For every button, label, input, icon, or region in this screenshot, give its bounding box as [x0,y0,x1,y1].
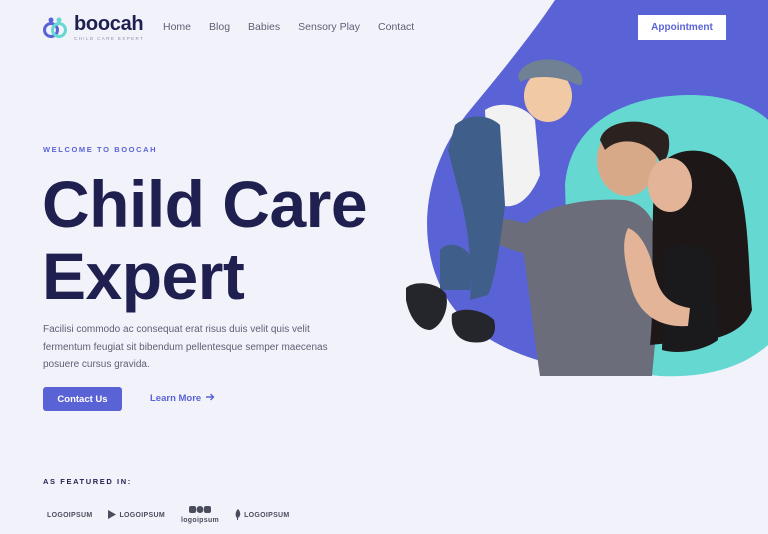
teal-circle [565,95,768,377]
child-figure [406,59,583,343]
hero-eyebrow: WELCOME TO BOOCAH [43,145,158,154]
partner-logo-2: LOGOIPSUM [108,509,165,521]
nav-item-contact[interactable]: Contact [378,21,414,33]
learn-more-link[interactable]: Learn More [150,393,215,404]
nav-item-blog[interactable]: Blog [209,21,230,33]
featured-heading: AS FEATURED IN: [43,477,132,486]
partner-logo-4: LOGOIPSUM [235,508,290,522]
purple-blob [427,0,768,373]
dots-icon [189,506,212,516]
appointment-button[interactable]: Appointment [638,15,726,40]
contact-us-button[interactable]: Contact Us [43,387,122,411]
partner-logo-3-text: logoipsum [180,517,220,524]
partner-logo-1-text: LOGOIPSUM [47,511,93,519]
hero-title-line2: Expert [42,239,245,313]
partner-logo-1: LOGOIPSUM [47,512,92,519]
hero-title-line1: Child Care [42,167,368,241]
play-icon [108,509,117,521]
learn-more-label: Learn More [150,393,202,404]
nav-item-home[interactable]: Home [163,21,191,33]
partner-logos: LOGOIPSUM LOGOIPSUM logoipsum LOGOIPSUM [47,506,290,524]
brand-name: boocah [74,13,144,35]
nav-item-babies[interactable]: Babies [248,21,280,33]
feather-icon [235,508,241,522]
arrow-right-icon [206,393,215,404]
brand-tagline: CHILD CARE EXPERT [74,36,145,41]
double-ring-logo-icon [42,15,68,41]
partner-logo-3: logoipsum [181,506,219,524]
nav-item-sensory-play[interactable]: Sensory Play [298,21,360,33]
mother-figure [624,150,752,352]
hero-title: Child Care Expert [42,168,422,312]
brand-logo[interactable]: boocah CHILD CARE EXPERT [42,14,144,41]
hero-paragraph: Facilisi commodo ac consequat erat risus… [43,324,328,370]
main-nav: Home Blog Babies Sensory Play Contact [163,21,414,33]
partner-logo-2-text: LOGOIPSUM [119,511,165,519]
father-figure [492,121,670,376]
partner-logo-4-text: LOGOIPSUM [244,511,290,519]
